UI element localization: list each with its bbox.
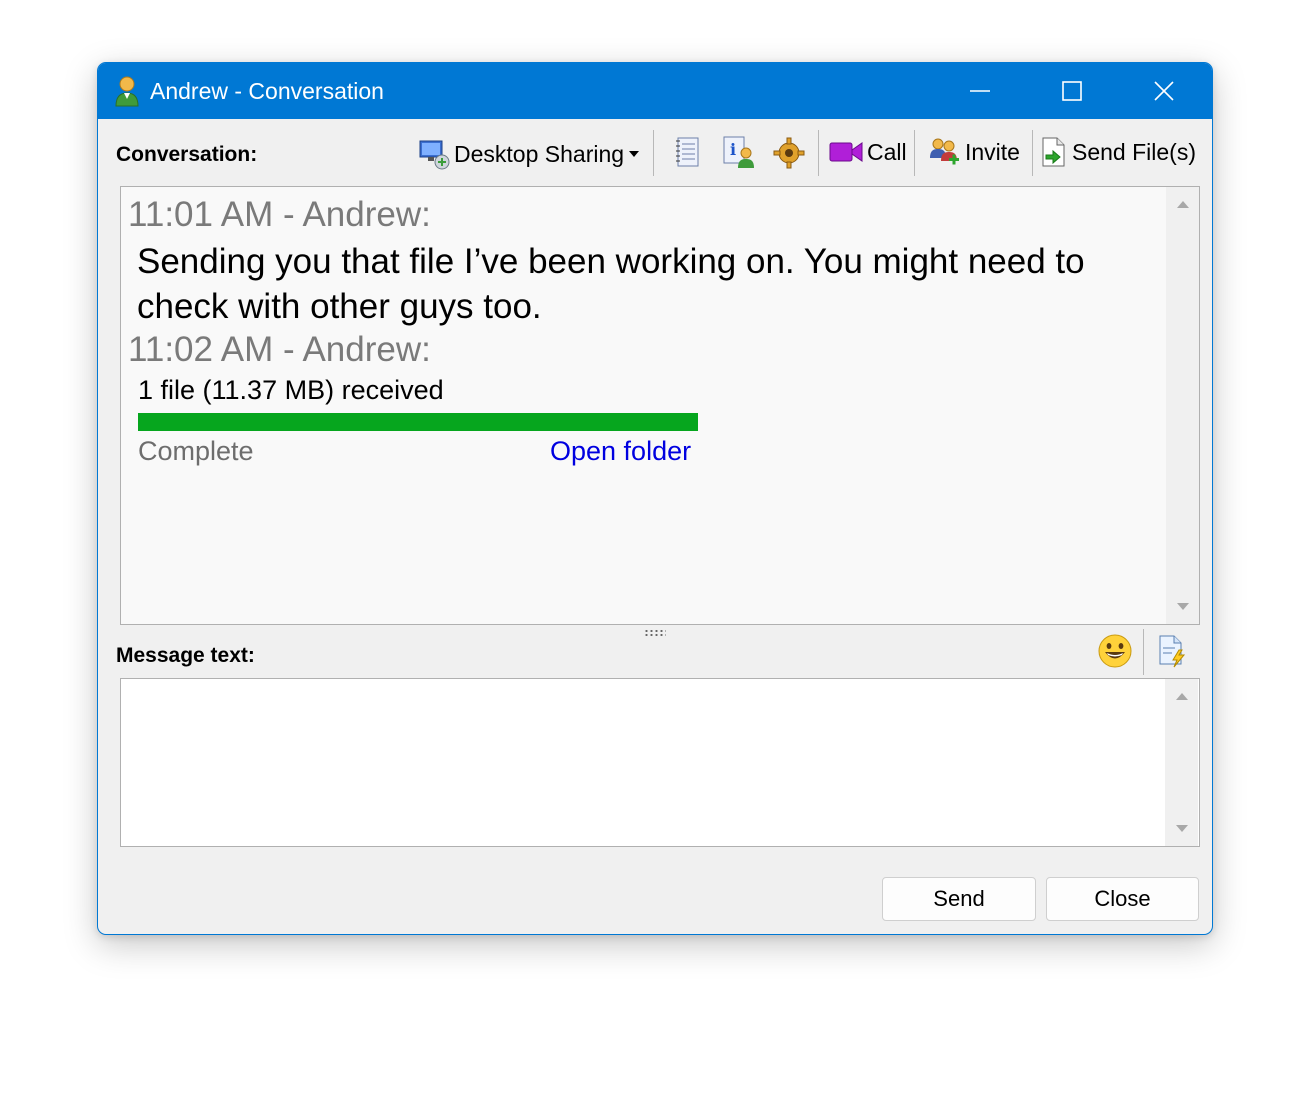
video-camera-icon: [829, 142, 863, 162]
message-header: 11:01 AM - Andrew:: [128, 195, 431, 234]
scroll-down-arrow-icon[interactable]: [1177, 603, 1189, 610]
pane-splitter-handle[interactable]: [644, 629, 666, 637]
file-received-text: 1 file (11.37 MB) received: [138, 375, 444, 405]
window-title: Andrew - Conversation: [150, 78, 384, 104]
notebook-icon: [676, 137, 699, 167]
send-files-label: Send File(s): [1072, 138, 1196, 165]
toolbar-separator: [1143, 629, 1144, 675]
invite-label: Invite: [965, 138, 1020, 165]
close-icon: [1154, 81, 1174, 101]
conversation-label: Conversation:: [116, 143, 258, 166]
conversation-scrollbar[interactable]: [1166, 187, 1199, 624]
user-info-icon: i: [723, 136, 754, 168]
toolbar-separator: [653, 130, 654, 176]
scroll-down-arrow-icon[interactable]: [1176, 825, 1188, 832]
message-text-label: Message text:: [116, 644, 255, 667]
invite-button[interactable]: Invite: [929, 130, 1020, 174]
toolbar-separator: [1032, 130, 1033, 176]
quick-text-icon: [1159, 635, 1186, 668]
dropdown-arrow-icon: [629, 151, 640, 157]
toolbar-separator: [818, 130, 819, 176]
user-info-button[interactable]: i: [722, 130, 756, 174]
invite-users-icon: [930, 138, 959, 165]
send-button[interactable]: Send: [882, 877, 1036, 921]
send-file-icon: [1042, 137, 1065, 167]
call-button[interactable]: Call: [829, 130, 907, 174]
history-button[interactable]: [674, 130, 702, 174]
settings-gear-icon: [773, 137, 805, 169]
transfer-status: Complete: [138, 436, 254, 466]
file-progress-fill: [138, 413, 698, 431]
title-bar[interactable]: Andrew - Conversation: [98, 63, 1212, 119]
desktop-sharing-label: Desktop Sharing: [454, 140, 625, 167]
conversation-history[interactable]: 11:01 AM - Andrew: Sending you that file…: [120, 186, 1200, 625]
message-body: Sending you that file I’ve been working …: [137, 242, 1085, 326]
maximize-icon: [1062, 81, 1082, 101]
toolbar-separator: [914, 130, 915, 176]
conversation-window: Andrew - Conversation Conversation: Desk…: [97, 62, 1213, 935]
file-progress-bar: [138, 413, 698, 431]
desktop-sharing-icon: [419, 140, 450, 170]
minimize-button[interactable]: [934, 63, 1026, 119]
message-scrollbar[interactable]: [1165, 679, 1198, 846]
user-avatar-icon: [114, 75, 140, 107]
scroll-up-arrow-icon[interactable]: [1176, 693, 1188, 700]
maximize-button[interactable]: [1026, 63, 1118, 119]
message-header: 11:02 AM - Andrew:: [128, 330, 431, 369]
close-button[interactable]: Close: [1046, 877, 1199, 921]
call-label: Call: [867, 138, 907, 165]
emoji-smiley-icon: [1098, 634, 1132, 668]
svg-text:i: i: [730, 140, 736, 159]
minimize-icon: [970, 90, 990, 92]
send-files-button[interactable]: Send File(s): [1040, 130, 1196, 174]
emoji-button[interactable]: [1097, 633, 1133, 674]
open-folder-link[interactable]: Open folder: [550, 436, 691, 467]
scroll-up-arrow-icon[interactable]: [1177, 201, 1189, 208]
quick-text-button[interactable]: [1157, 634, 1187, 673]
desktop-sharing-button[interactable]: Desktop Sharing: [418, 132, 640, 176]
settings-button[interactable]: [772, 130, 806, 174]
message-input[interactable]: [120, 678, 1200, 847]
close-window-button[interactable]: [1118, 63, 1210, 119]
